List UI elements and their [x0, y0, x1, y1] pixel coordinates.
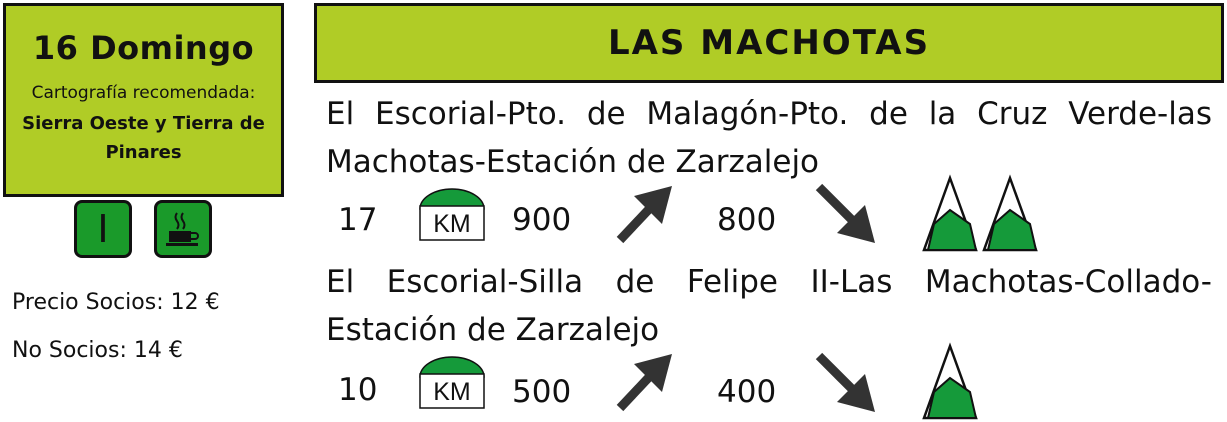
km-icon: KM [419, 356, 485, 409]
cartography-value: Sierra Oeste y Tierra de Pinares [22, 113, 265, 163]
ascent-arrow-icon [616, 186, 672, 244]
route-1-distance: 17 [338, 202, 378, 238]
km-icon: KM [419, 188, 485, 241]
km-label: KM [433, 378, 471, 406]
km-label: KM [433, 210, 471, 238]
descent-arrow-icon [815, 183, 875, 243]
difficulty-peak-icon [922, 342, 978, 420]
route-2-descent: 400 [717, 374, 777, 410]
route-1-descent: 800 [717, 202, 777, 238]
difficulty-peaks-icon [922, 174, 1038, 252]
price-members: Precio Socios: 12 € [12, 290, 220, 315]
level-badge: I [74, 200, 132, 258]
route-1-description: El Escorial-Pto. de Malagón-Pto. de la C… [326, 96, 1212, 180]
route-header: LAS MACHOTAS [314, 3, 1224, 83]
route-1-ascent: 900 [512, 202, 572, 238]
route-2-distance: 10 [338, 372, 378, 408]
level-value: I [97, 207, 109, 251]
route-2-description: El Escorial-Silla de Felipe II-Las Macho… [326, 264, 1212, 348]
date-title: 16 Domingo [32, 29, 255, 67]
descent-arrow-icon [815, 352, 875, 412]
ascent-arrow-icon [616, 354, 672, 412]
hot-drink-icon [166, 212, 199, 246]
route-title: LAS MACHOTAS [607, 23, 931, 63]
cartography-label: Cartografía recomendada: [31, 83, 256, 103]
route-2-ascent: 500 [512, 374, 572, 410]
price-non-members: No Socios: 14 € [12, 338, 183, 363]
date-box: 16 Domingo Cartografía recomendada: Sier… [3, 3, 284, 197]
meal-badge [154, 200, 212, 258]
